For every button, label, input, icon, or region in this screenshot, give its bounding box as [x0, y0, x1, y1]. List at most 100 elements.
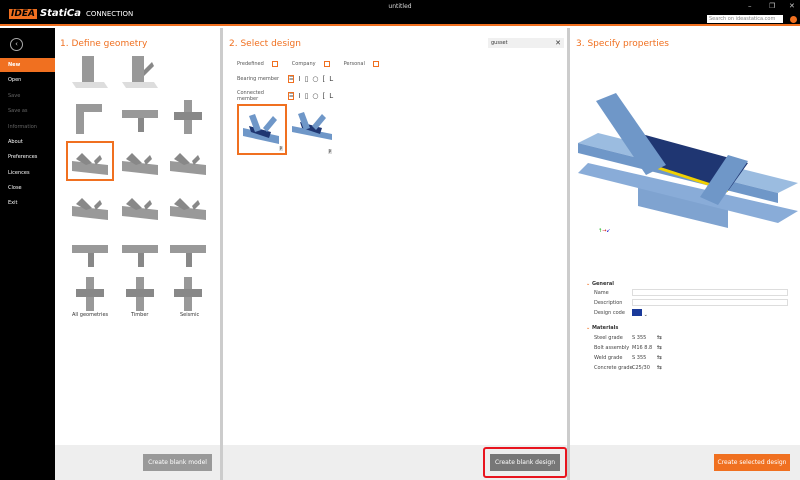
general-section-header[interactable]: ⌄ General [586, 281, 614, 287]
restore-icon[interactable]: ❐ [769, 2, 775, 10]
design-footer: Create blank design [223, 445, 567, 480]
back-button[interactable]: ‹ [10, 38, 23, 51]
design-thumbnail-1[interactable]: P [237, 104, 287, 155]
design-title: 2. Select design [229, 39, 301, 49]
geometry-thumbnail-6-2[interactable] [118, 275, 162, 311]
swap-weld-grade-icon[interactable]: ⇆ [657, 353, 662, 363]
nav-save-as[interactable]: Save as [0, 104, 55, 118]
nav-save[interactable]: Save [0, 89, 55, 103]
description-input[interactable] [632, 299, 788, 306]
filter-company-checkbox[interactable] [323, 61, 330, 67]
axis-triad-icon: ↑→↙ [598, 228, 611, 234]
geometry-thumbnail-6-3[interactable] [166, 275, 210, 311]
category-all-geometries[interactable]: All geometries [72, 312, 108, 318]
search-value: gusset [491, 40, 508, 46]
geometry-thumbnail-5-1[interactable] [68, 233, 112, 269]
filter-company-label: Company [291, 61, 316, 67]
filter-personal-checkbox[interactable] [372, 61, 379, 67]
predefined-badge: P [327, 149, 332, 154]
swap-steel-grade-icon[interactable]: ⇆ [657, 333, 662, 343]
nav-new[interactable]: New [0, 58, 55, 72]
filter-predefined-label: Predefined [237, 61, 264, 67]
geometry-thumbnail-3-3[interactable] [166, 143, 210, 179]
geometry-thumbnail-4-2[interactable] [118, 188, 162, 224]
steel-grade-value: S 355 [632, 335, 647, 341]
geometry-thumbnail-2-3[interactable] [166, 98, 210, 134]
geometry-thumbnail-5-2[interactable] [118, 233, 162, 269]
geometry-thumbnail-1-1[interactable] [68, 52, 112, 88]
angle-section-icon[interactable]: L [329, 92, 333, 100]
geometry-thumbnail-3-1[interactable] [66, 141, 114, 181]
description-label: Description [594, 300, 623, 306]
nav-exit[interactable]: Exit [0, 196, 55, 210]
swap-bolt-assembly-icon[interactable]: ⇆ [657, 343, 662, 353]
name-input[interactable] [632, 289, 788, 296]
bolt-assembly-value: M16 8.8 [632, 345, 653, 351]
predefined-badge: P [278, 146, 283, 151]
angle-section-icon[interactable]: L [329, 75, 333, 83]
all-sections-icon[interactable]: ☰ [288, 75, 295, 83]
channel-section-icon[interactable]: [ [323, 92, 326, 100]
highlight-box [483, 447, 567, 478]
rect-section-icon[interactable]: ▯ [305, 75, 309, 83]
circle-section-icon[interactable]: ○ [312, 75, 318, 83]
bearing-member-label: Bearing member [237, 76, 280, 82]
close-icon[interactable]: ✕ [789, 2, 795, 10]
i-section-icon[interactable]: I [298, 75, 300, 83]
category-timber[interactable]: Timber [131, 312, 148, 318]
design-thumbnail-2[interactable]: P [290, 110, 336, 154]
rect-section-icon[interactable]: ▯ [305, 92, 309, 100]
geometry-thumbnail-5-3[interactable] [166, 233, 210, 269]
create-selected-design-button[interactable]: Create selected design [714, 454, 790, 471]
bearing-member-row: Bearing member ☰ I ▯ ○ [L [237, 75, 333, 83]
geometry-thumbnail-2-2[interactable] [118, 98, 162, 134]
clear-search-icon[interactable]: ✕ [555, 38, 561, 48]
design-code-select[interactable]: ⌄ [632, 309, 650, 318]
nav-information[interactable]: Information [0, 120, 55, 134]
window-title: untitled [388, 3, 412, 10]
minimize-icon[interactable]: – [748, 2, 752, 10]
steel-grade-label: Steel grade [594, 335, 623, 341]
title-bar: IDEA StatiCa CONNECTION untitled – ❐ ✕ Sea… [0, 0, 800, 26]
name-label: Name [594, 290, 609, 296]
channel-section-icon[interactable]: [ [323, 75, 326, 83]
geometry-footer: Create blank model [55, 445, 220, 480]
nav-close[interactable]: Close [0, 181, 55, 195]
properties-footer: Create selected design [570, 445, 800, 480]
nav-licences[interactable]: Licences [0, 166, 55, 180]
web-search-input[interactable]: Search on ideastatica.com [707, 15, 783, 23]
materials-section-header[interactable]: ⌄ Materials [586, 325, 618, 331]
geometry-thumbnail-6-1[interactable] [68, 275, 112, 311]
geometry-thumbnail-3-2[interactable] [118, 143, 162, 179]
create-blank-model-button[interactable]: Create blank model [143, 454, 212, 471]
circle-section-icon[interactable]: ○ [312, 92, 318, 100]
geometry-thumbnail-1-2[interactable] [118, 52, 162, 88]
geometry-thumbnail-2-1[interactable] [68, 98, 112, 134]
bolt-assembly-label: Bolt assembly [594, 345, 630, 351]
design-code-label: Design code [594, 310, 625, 316]
swap-concrete-grade-icon[interactable]: ⇆ [657, 363, 662, 373]
nav-open[interactable]: Open [0, 73, 55, 87]
i-section-icon[interactable]: I [298, 92, 300, 100]
connected-member-row: Connected member ☰ I ▯ ○ [L [237, 90, 333, 102]
help-icon[interactable] [790, 16, 797, 23]
filter-personal-label: Personal [343, 61, 365, 67]
concrete-grade-label: Concrete grade [594, 365, 633, 371]
all-sections-icon[interactable]: ☰ [288, 92, 295, 100]
3d-model-preview[interactable] [578, 93, 798, 243]
concrete-grade-value: C25/30 [632, 365, 650, 371]
geometry-title: 1. Define geometry [60, 39, 148, 49]
properties-title: 3. Specify properties [576, 39, 669, 49]
category-seismic[interactable]: Seismic [180, 312, 199, 318]
weld-grade-label: Weld grade [594, 355, 623, 361]
weld-grade-value: S 355 [632, 355, 647, 361]
nav-preferences[interactable]: Preferences [0, 150, 55, 164]
filter-predefined-checkbox[interactable] [271, 61, 278, 67]
geometry-thumbnail-4-1[interactable] [68, 188, 112, 224]
eu-flag-icon [632, 309, 642, 316]
design-search-input[interactable]: gusset ✕ [488, 38, 564, 48]
filter-row: Predefined Company Personal [237, 61, 379, 67]
connected-member-label: Connected member [237, 90, 264, 102]
geometry-thumbnail-4-3[interactable] [166, 188, 210, 224]
nav-about[interactable]: About [0, 135, 55, 149]
